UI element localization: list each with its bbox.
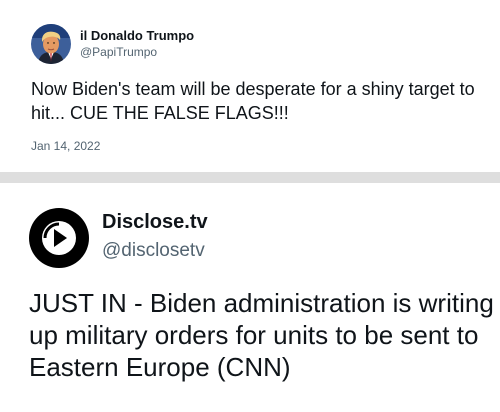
tweet-text: Now Biden's team will be desperate for a… <box>31 79 475 123</box>
tweet-text: JUST IN - Biden administration is writin… <box>29 288 494 382</box>
user-handle[interactable]: @disclosetv <box>102 240 205 262</box>
profile-photo-icon <box>31 24 71 64</box>
display-name[interactable]: il Donaldo Trumpo <box>80 28 194 43</box>
display-name[interactable]: Disclose.tv <box>102 211 208 234</box>
tweet-card-disclosetv[interactable]: Disclose.tv @disclosetv JUST IN - Biden … <box>0 183 500 412</box>
divider <box>0 172 500 183</box>
tweet-card-papitrumpo[interactable]: il Donaldo Trumpo @PapiTrumpo Now Biden'… <box>0 0 500 172</box>
disclose-tv-logo-icon <box>29 208 89 268</box>
avatar[interactable] <box>31 24 71 64</box>
avatar[interactable] <box>29 208 89 268</box>
user-handle[interactable]: @PapiTrumpo <box>80 45 157 59</box>
tweet-date[interactable]: Jan 14, 2022 <box>31 139 100 153</box>
